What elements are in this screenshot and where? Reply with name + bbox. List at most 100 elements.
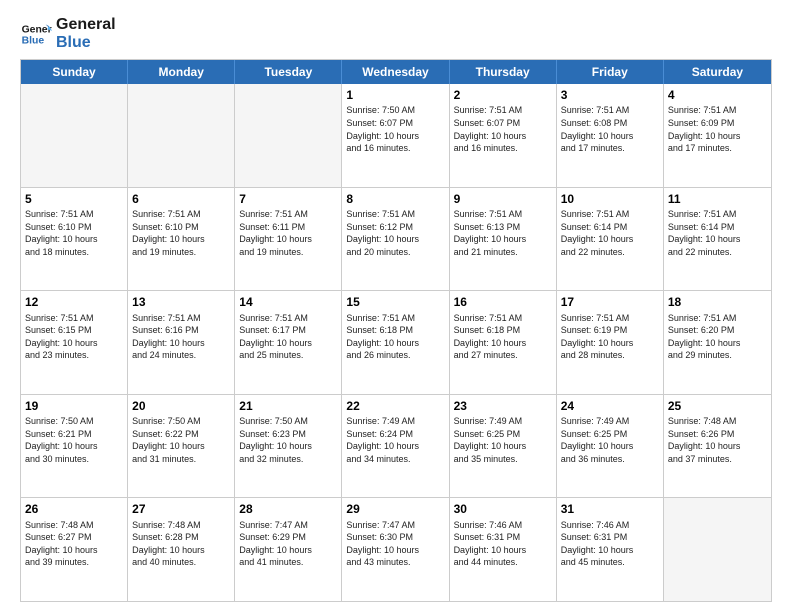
day-number: 19 (25, 398, 123, 414)
day-number: 26 (25, 501, 123, 517)
day-cell-14: 14 Sunrise: 7:51 AMSunset: 6:17 PMDayligh… (235, 291, 342, 394)
day-info: Sunrise: 7:46 AMSunset: 6:31 PMDaylight:… (561, 519, 659, 569)
day-number: 24 (561, 398, 659, 414)
page: General Blue General Blue SundayMondayTu… (0, 0, 792, 612)
day-cell-4: 4Sunrise: 7:51 AMSunset: 6:09 PMDaylight… (664, 84, 771, 187)
day-cell-22: 22Sunrise: 7:49 AMSunset: 6:24 PMDayligh… (342, 395, 449, 498)
day-info: Sunrise: 7:50 AMSunset: 6:07 PMDaylight:… (346, 104, 444, 154)
day-cell-25: 25Sunrise: 7:48 AMSunset: 6:26 PMDayligh… (664, 395, 771, 498)
day-cell-3: 3Sunrise: 7:51 AMSunset: 6:08 PMDaylight… (557, 84, 664, 187)
day-info: Sunrise: 7:51 AMSunset: 6:13 PMDaylight:… (454, 208, 552, 258)
day-number: 2 (454, 87, 552, 103)
day-cell-21: 21Sunrise: 7:50 AMSunset: 6:23 PMDayligh… (235, 395, 342, 498)
day-number: 1 (346, 87, 444, 103)
day-number: 5 (25, 191, 123, 207)
day-number: 12 (25, 294, 123, 310)
empty-cell (21, 84, 128, 187)
day-info: Sunrise: 7:48 AMSunset: 6:28 PMDaylight:… (132, 519, 230, 569)
day-number: 25 (668, 398, 767, 414)
day-cell-28: 28 Sunrise: 7:47 AMSunset: 6:29 PMDayligh… (235, 498, 342, 601)
day-info: Sunrise: 7:48 AMSunset: 6:27 PMDaylight:… (25, 519, 123, 569)
week-row-4: 19Sunrise: 7:50 AMSunset: 6:21 PMDayligh… (21, 395, 771, 499)
day-cell-9: 9Sunrise: 7:51 AMSunset: 6:13 PMDaylight… (450, 188, 557, 291)
header-day-friday: Friday (557, 60, 664, 84)
day-cell-5: 5Sunrise: 7:51 AMSunset: 6:10 PMDaylight… (21, 188, 128, 291)
day-info: Sunrise: 7:51 AMSunset: 6:08 PMDaylight:… (561, 104, 659, 154)
header-day-thursday: Thursday (450, 60, 557, 84)
day-info: Sunrise: 7:51 AMSunset: 6:12 PMDaylight:… (346, 208, 444, 258)
day-number: 30 (454, 501, 552, 517)
day-cell-7: 7Sunrise: 7:51 AMSunset: 6:11 PMDaylight… (235, 188, 342, 291)
day-info: Sunrise: 7:51 AMSunset: 6:17 PMDaylight:… (239, 312, 337, 362)
day-number: 10 (561, 191, 659, 207)
day-info: Sunrise: 7:51 AMSunset: 6:16 PMDaylight:… (132, 312, 230, 362)
calendar-body: 1Sunrise: 7:50 AMSunset: 6:07 PMDaylight… (21, 84, 771, 601)
header-day-tuesday: Tuesday (235, 60, 342, 84)
day-info: Sunrise: 7:51 AMSunset: 6:18 PMDaylight:… (346, 312, 444, 362)
day-info: Sunrise: 7:51 AMSunset: 6:10 PMDaylight:… (132, 208, 230, 258)
day-cell-8: 8Sunrise: 7:51 AMSunset: 6:12 PMDaylight… (342, 188, 449, 291)
day-info: Sunrise: 7:51 AMSunset: 6:14 PMDaylight:… (561, 208, 659, 258)
day-number: 20 (132, 398, 230, 414)
empty-cell (235, 84, 342, 187)
day-number: 23 (454, 398, 552, 414)
header-day-sunday: Sunday (21, 60, 128, 84)
day-info: Sunrise: 7:51 AMSunset: 6:18 PMDaylight:… (454, 312, 552, 362)
day-number: 4 (668, 87, 767, 103)
day-cell-10: 10Sunrise: 7:51 AMSunset: 6:14 PMDayligh… (557, 188, 664, 291)
day-info: Sunrise: 7:51 AMSunset: 6:19 PMDaylight:… (561, 312, 659, 362)
day-info: Sunrise: 7:51 AMSunset: 6:10 PMDaylight:… (25, 208, 123, 258)
day-cell-18: 18Sunrise: 7:51 AMSunset: 6:20 PMDayligh… (664, 291, 771, 394)
header-day-saturday: Saturday (664, 60, 771, 84)
week-row-3: 12Sunrise: 7:51 AMSunset: 6:15 PMDayligh… (21, 291, 771, 395)
day-number: 21 (239, 398, 337, 414)
day-number: 9 (454, 191, 552, 207)
day-info: Sunrise: 7:50 AMSunset: 6:22 PMDaylight:… (132, 415, 230, 465)
week-row-1: 1Sunrise: 7:50 AMSunset: 6:07 PMDaylight… (21, 84, 771, 188)
day-info: Sunrise: 7:49 AMSunset: 6:25 PMDaylight:… (454, 415, 552, 465)
day-info: Sunrise: 7:46 AMSunset: 6:31 PMDaylight:… (454, 519, 552, 569)
day-info: Sunrise: 7:51 AMSunset: 6:14 PMDaylight:… (668, 208, 767, 258)
day-cell-1: 1Sunrise: 7:50 AMSunset: 6:07 PMDaylight… (342, 84, 449, 187)
day-number: 3 (561, 87, 659, 103)
day-info: Sunrise: 7:47 AMSunset: 6:30 PMDaylight:… (346, 519, 444, 569)
day-number: 28 (239, 501, 337, 517)
day-number: 27 (132, 501, 230, 517)
logo: General Blue General Blue (20, 16, 116, 51)
calendar-header: SundayMondayTuesdayWednesdayThursdayFrid… (21, 60, 771, 84)
header: General Blue General Blue (20, 16, 772, 51)
day-info: Sunrise: 7:49 AMSunset: 6:25 PMDaylight:… (561, 415, 659, 465)
header-day-monday: Monday (128, 60, 235, 84)
day-info: Sunrise: 7:50 AMSunset: 6:21 PMDaylight:… (25, 415, 123, 465)
day-cell-13: 13Sunrise: 7:51 AMSunset: 6:16 PMDayligh… (128, 291, 235, 394)
logo-general: General (56, 16, 116, 34)
day-cell-19: 19Sunrise: 7:50 AMSunset: 6:21 PMDayligh… (21, 395, 128, 498)
day-number: 29 (346, 501, 444, 517)
svg-text:Blue: Blue (22, 35, 45, 46)
day-number: 22 (346, 398, 444, 414)
day-cell-11: 11Sunrise: 7:51 AMSunset: 6:14 PMDayligh… (664, 188, 771, 291)
calendar: SundayMondayTuesdayWednesdayThursdayFrid… (20, 59, 772, 602)
day-number: 14 (239, 294, 337, 310)
day-cell-26: 26 Sunrise: 7:48 AMSunset: 6:27 PMDayligh… (21, 498, 128, 601)
day-cell-31: 31Sunrise: 7:46 AMSunset: 6:31 PMDayligh… (557, 498, 664, 601)
empty-cell (664, 498, 771, 601)
logo-icon: General Blue (20, 18, 52, 50)
day-cell-2: 2Sunrise: 7:51 AMSunset: 6:07 PMDaylight… (450, 84, 557, 187)
logo-blue: Blue (56, 34, 116, 52)
day-info: Sunrise: 7:47 AMSunset: 6:29 PMDaylight:… (239, 519, 337, 569)
day-info: Sunrise: 7:51 AMSunset: 6:07 PMDaylight:… (454, 104, 552, 154)
day-cell-6: 6Sunrise: 7:51 AMSunset: 6:10 PMDaylight… (128, 188, 235, 291)
day-cell-12: 12Sunrise: 7:51 AMSunset: 6:15 PMDayligh… (21, 291, 128, 394)
header-day-wednesday: Wednesday (342, 60, 449, 84)
day-info: Sunrise: 7:51 AMSunset: 6:09 PMDaylight:… (668, 104, 767, 154)
day-number: 15 (346, 294, 444, 310)
day-number: 11 (668, 191, 767, 207)
day-cell-15: 15 Sunrise: 7:51 AMSunset: 6:18 PMDayligh… (342, 291, 449, 394)
empty-cell (128, 84, 235, 187)
day-number: 16 (454, 294, 552, 310)
day-number: 8 (346, 191, 444, 207)
day-cell-30: 30 Sunrise: 7:46 AMSunset: 6:31 PMDayligh… (450, 498, 557, 601)
day-number: 17 (561, 294, 659, 310)
week-row-2: 5Sunrise: 7:51 AMSunset: 6:10 PMDaylight… (21, 188, 771, 292)
